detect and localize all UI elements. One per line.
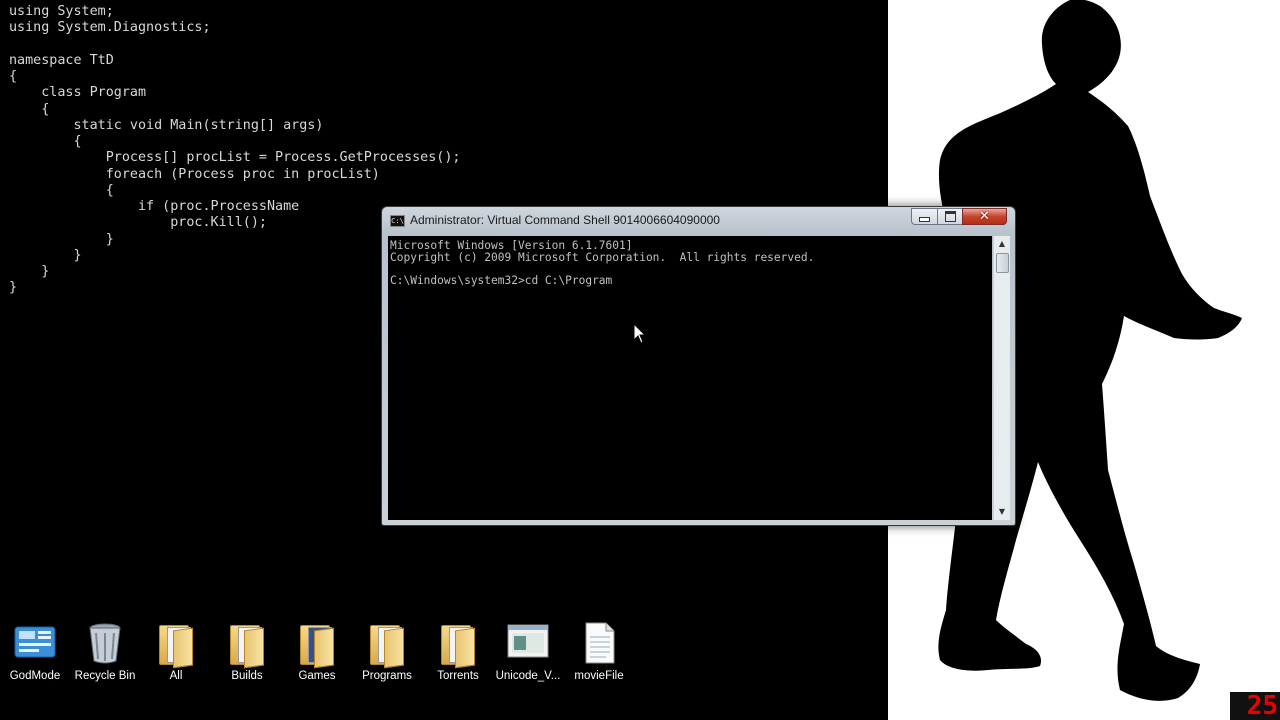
close-button[interactable]: ✕: [962, 208, 1007, 225]
folder-icon: [224, 621, 270, 669]
code-line: foreach (Process proc in procList): [9, 166, 380, 182]
console-line: Microsoft Windows [Version 6.1.7601]: [390, 239, 633, 252]
desktop-icon-label: Unicode_V...: [495, 670, 561, 682]
scroll-up-icon[interactable]: ▲: [994, 236, 1010, 252]
code-line: using System.Diagnostics;: [9, 20, 211, 36]
text-file-icon: [576, 621, 622, 665]
desktop-icon-recycle-bin[interactable]: Recycle Bin: [70, 621, 140, 682]
code-line: Process[] procList = Process.GetProcesse…: [9, 150, 461, 166]
desktop-icon-label: Recycle Bin: [74, 670, 136, 682]
mouse-cursor-icon: [633, 323, 647, 344]
code-line: {: [9, 69, 18, 84]
folder-icon: [435, 621, 481, 669]
console-app-icon: C:\: [390, 215, 405, 227]
maximize-button[interactable]: [937, 208, 963, 225]
desktop-icon-moviefile[interactable]: movieFile: [564, 621, 634, 682]
desktop-icon-label: GodMode: [9, 670, 61, 682]
desktop-icon-programs[interactable]: Programs: [352, 621, 422, 682]
code-line: {: [9, 101, 50, 117]
console-output[interactable]: Microsoft Windows [Version 6.1.7601] Copy…: [388, 236, 992, 520]
folder-icon: [153, 621, 199, 669]
desktop-icon-builds[interactable]: Builds: [212, 621, 282, 682]
desktop-icon-torrents[interactable]: Torrents: [423, 621, 493, 682]
desktop-icon-label: Programs: [362, 670, 412, 682]
desktop-icon-label: Builds: [231, 670, 263, 682]
image-file-icon: [505, 621, 551, 665]
desktop-icon-all[interactable]: All: [141, 621, 211, 682]
window-title-bar[interactable]: C:\ Administrator: Virtual Command Shell…: [382, 207, 1015, 235]
desktop-icon-label: Games: [298, 670, 336, 682]
control-panel-icon: [12, 621, 58, 665]
frame-counter: 25: [1230, 692, 1280, 720]
desktop-icon-label: All: [169, 670, 183, 682]
code-line: using System;: [9, 4, 114, 19]
code-line: {: [9, 182, 114, 198]
minimize-button[interactable]: [911, 208, 938, 225]
scroll-thumb[interactable]: [996, 253, 1009, 273]
code-line: static void Main(string[] args): [9, 117, 324, 133]
console-line: Copyright (c) 2009 Microsoft Corporation…: [390, 250, 815, 264]
code-line: namespace TtD: [9, 52, 114, 68]
folder-icon: [294, 621, 340, 669]
minimize-icon: [919, 217, 930, 222]
folder-icon: [364, 621, 410, 669]
window-title: Administrator: Virtual Command Shell 901…: [410, 213, 720, 227]
code-line: class Program: [9, 85, 147, 101]
command-shell-window[interactable]: C:\ Administrator: Virtual Command Shell…: [381, 206, 1016, 526]
desktop-icon-unicode[interactable]: Unicode_V...: [493, 621, 563, 682]
desktop-icon-games[interactable]: Games: [282, 621, 352, 682]
close-icon: ✕: [979, 209, 990, 224]
scroll-down-icon[interactable]: ▼: [994, 504, 1010, 520]
recycle-bin-icon: [82, 621, 128, 665]
desktop-icon-label: movieFile: [574, 670, 624, 682]
vertical-scrollbar[interactable]: ▲ ▼: [993, 236, 1010, 520]
maximize-icon: [944, 211, 956, 222]
console-prompt-line[interactable]: C:\Windows\system32>cd C:\Program: [390, 275, 992, 287]
desktop-icon-godmode[interactable]: GodMode: [0, 621, 70, 682]
desktop-icon-label: Torrents: [437, 670, 479, 682]
code-line: {: [9, 134, 82, 149]
